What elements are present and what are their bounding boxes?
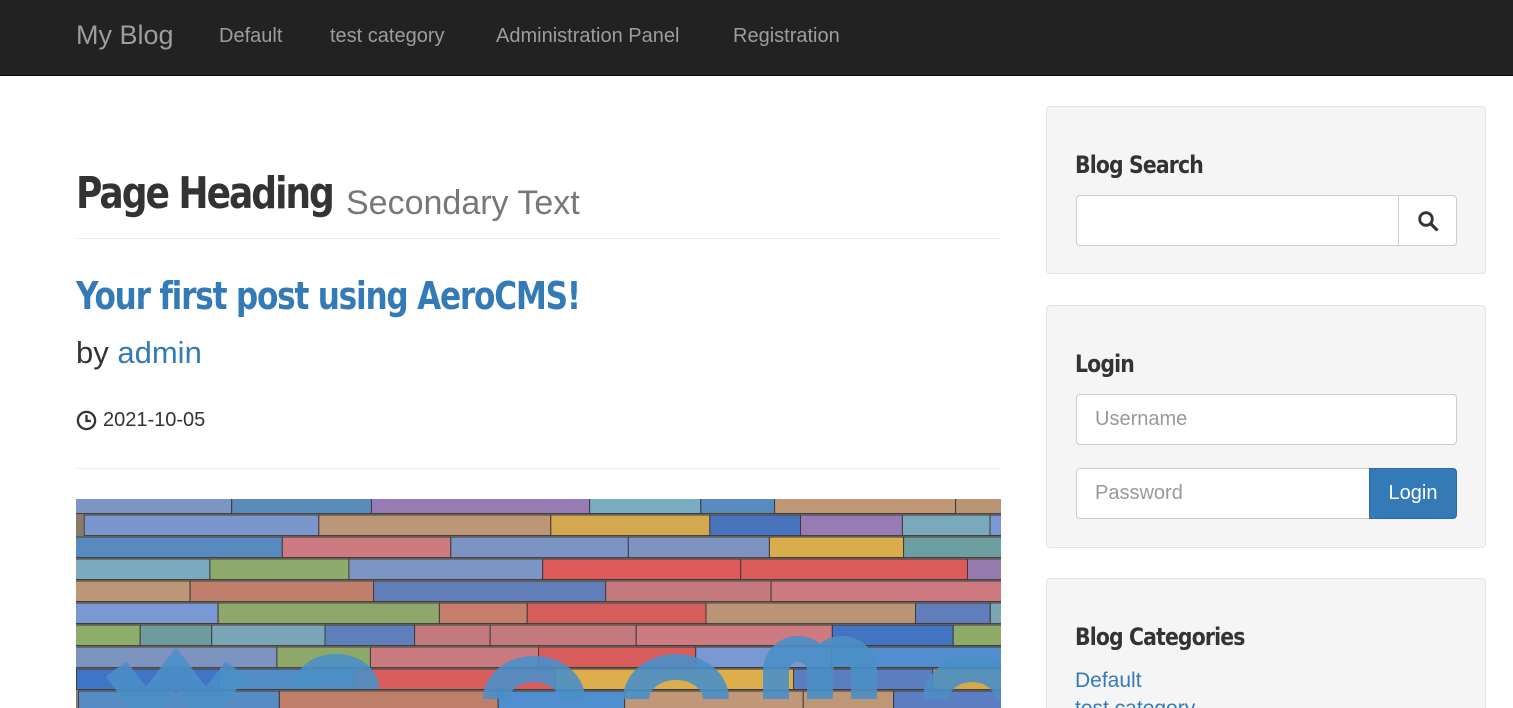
post-date: 2021-10-05 — [76, 409, 205, 432]
post-byline: by admin — [76, 335, 202, 371]
author-link[interactable]: admin — [117, 335, 201, 370]
search-input[interactable] — [1076, 195, 1399, 246]
post-title-link[interactable]: Your first post using AeroCMS! — [76, 274, 581, 318]
blog-categories-title: Blog Categories — [1075, 623, 1245, 651]
clock-icon — [76, 410, 97, 431]
login-button[interactable]: Login — [1369, 468, 1457, 519]
page-heading: Page Heading Secondary Text — [76, 168, 580, 222]
post-date-text: 2021-10-05 — [103, 409, 206, 431]
blog-search-title: Blog Search — [1075, 151, 1204, 179]
nav-item-administration-panel[interactable]: Administration Panel — [496, 25, 679, 48]
login-panel: Login Username Password Login — [1046, 305, 1486, 548]
nav-item-default[interactable]: Default — [219, 25, 282, 48]
blog-search-panel: Blog Search — [1046, 106, 1486, 274]
password-input[interactable]: Password — [1076, 468, 1370, 519]
post-image — [76, 499, 1001, 708]
search-icon — [1417, 210, 1438, 231]
nav-item-test-category[interactable]: test category — [330, 25, 445, 48]
login-title: Login — [1075, 350, 1135, 378]
category-link-default[interactable]: Default — [1075, 669, 1142, 693]
post-divider — [76, 468, 1001, 469]
category-link-test-category[interactable]: test category — [1075, 697, 1195, 708]
page-heading-main: Page Heading — [76, 168, 335, 219]
heading-divider — [76, 238, 1001, 239]
byline-label: by — [76, 335, 109, 370]
blog-categories-panel: Blog Categories Default test category — [1046, 578, 1486, 708]
search-button[interactable] — [1398, 195, 1457, 246]
top-navbar: My Blog Default test category Administra… — [0, 0, 1513, 76]
welcome-wood-image — [76, 499, 1001, 708]
username-input[interactable]: Username — [1076, 394, 1457, 445]
page-heading-secondary: Secondary Text — [346, 184, 580, 222]
nav-item-registration[interactable]: Registration — [733, 25, 840, 48]
brand-link[interactable]: My Blog — [76, 20, 174, 51]
